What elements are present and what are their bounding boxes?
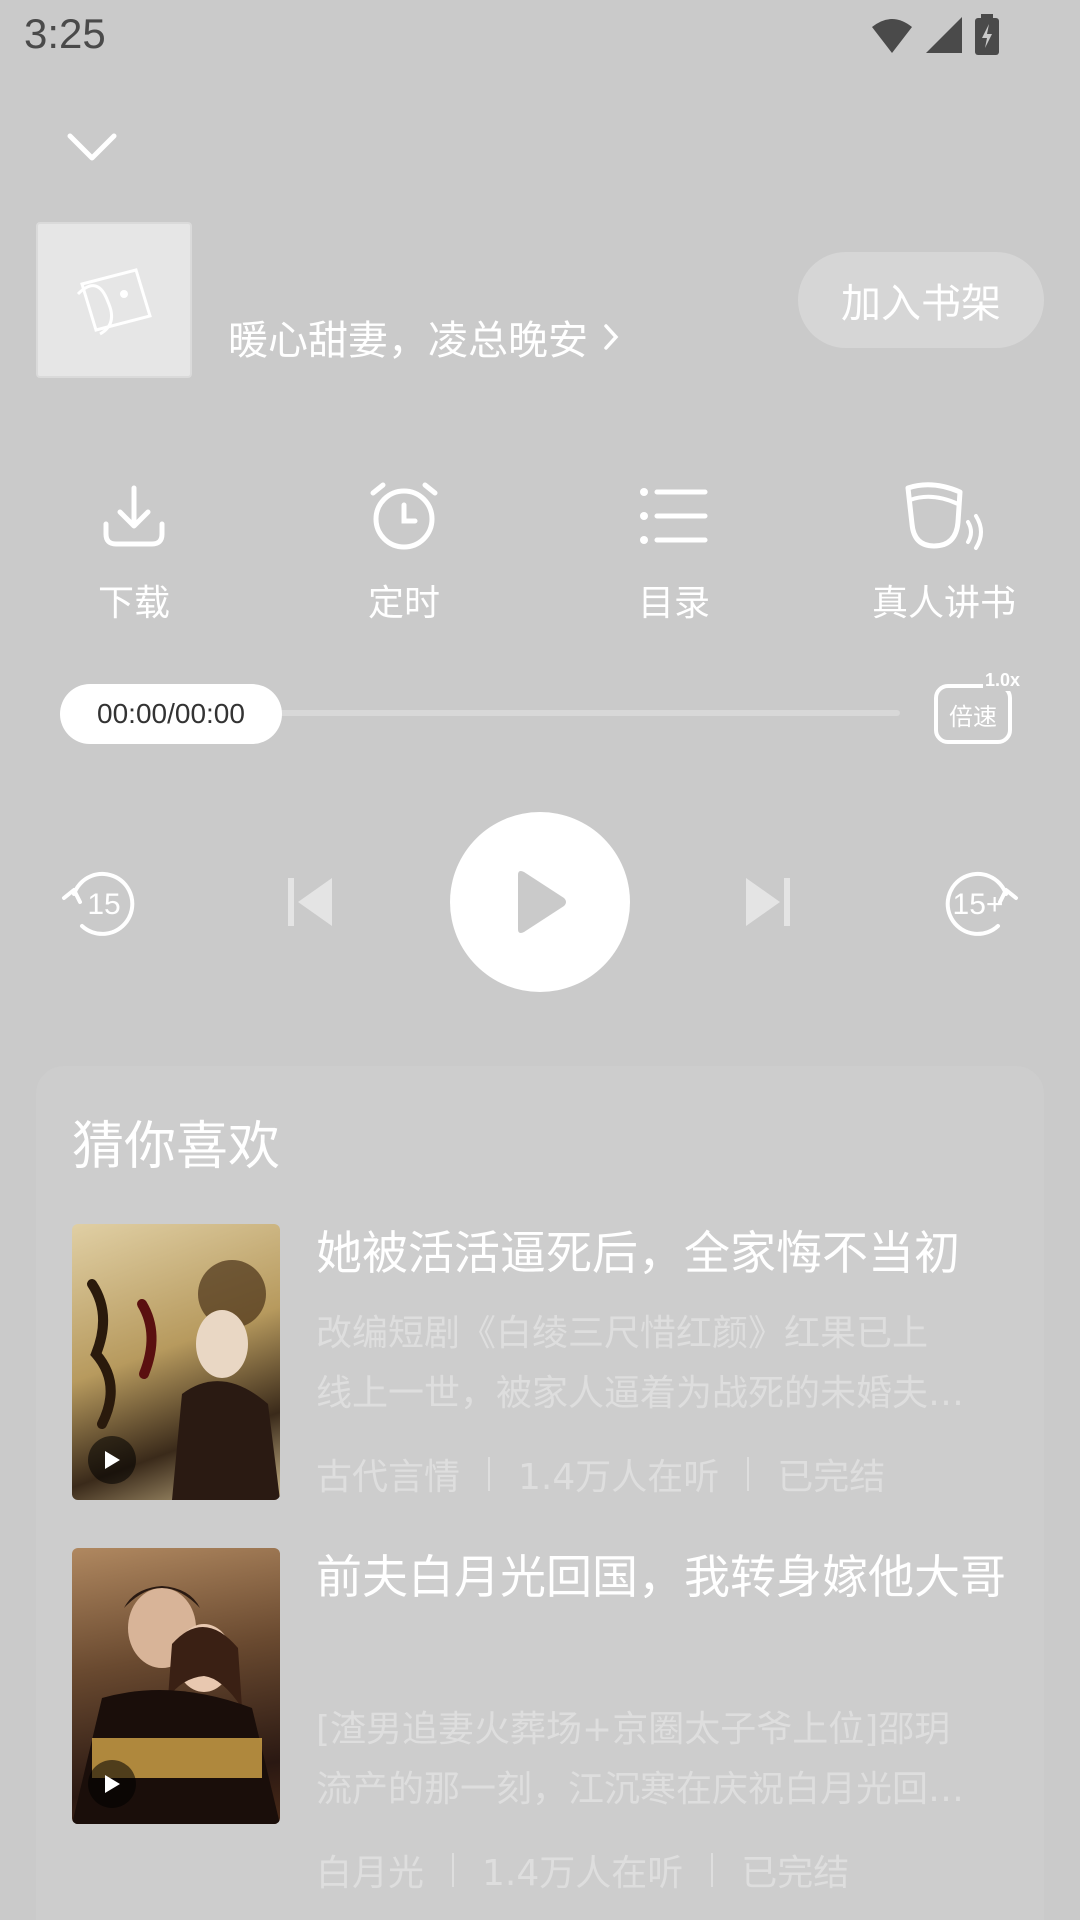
rewind-15-text: 15 [87, 888, 120, 921]
chevron-down-icon [67, 133, 117, 161]
desc-line: 改编短剧《白绫三尺惜红颜》红果已上 [316, 1313, 929, 1354]
human-narration-label: 真人讲书 [871, 583, 1016, 624]
divider [452, 1853, 455, 1887]
divider [747, 1457, 750, 1491]
download-button[interactable]: 下载 [34, 478, 234, 626]
recommend-book-name[interactable]: 她被活活逼死后，全家悔不当初 [316, 1224, 1008, 1282]
category-label: 古代言情 [316, 1457, 461, 1498]
book-cover[interactable] [36, 222, 192, 378]
catalog-button[interactable]: 目录 [574, 478, 774, 626]
forward-15-text: 15+ [953, 888, 1004, 921]
previous-chapter-button[interactable] [286, 872, 336, 932]
play-icon [518, 871, 566, 933]
forward-15-icon: 15+ [945, 871, 1018, 936]
play-icon [105, 1451, 120, 1469]
download-label: 下载 [97, 583, 170, 624]
speed-value: 1.0x [982, 670, 1022, 691]
battery-icon [975, 14, 999, 55]
headset-icon [905, 482, 983, 550]
forward-15-button[interactable]: 15+ [940, 862, 1020, 942]
alarm-clock-icon [370, 482, 438, 550]
human-narration-button[interactable]: 真人讲书 [844, 478, 1044, 626]
rewind-15-icon: 15 [62, 871, 135, 936]
status-bar: 3:25 [0, 0, 1080, 72]
timer-button[interactable]: 定时 [304, 478, 504, 626]
speed-label: 倍速 [934, 684, 1012, 744]
skip-next-icon [746, 878, 790, 926]
recommend-item[interactable]: 前夫白月光回国，我转身嫁他大哥 [渣男追妻火葬场+京圈太子爷上位]邵玥 流产的那… [72, 1548, 1008, 1894]
divider [488, 1457, 491, 1491]
player-screen: 3:25 暖心甜妻，凌总晚安 加入书架 下载 定时 目录 真人讲书 00:00/… [0, 0, 1080, 1920]
progress-time-handle[interactable]: 00:00/00:00 [60, 684, 282, 744]
list-icon [640, 488, 708, 544]
function-row: 下载 定时 目录 真人讲书 [0, 478, 1080, 624]
skip-previous-icon [288, 878, 332, 926]
play-icon [105, 1775, 120, 1793]
status-icons [870, 14, 1000, 56]
recommend-book-desc: [渣男追妻火葬场+京圈太子爷上位]邵玥 流产的那一刻，江沉寒在庆祝白月光回… [316, 1700, 1008, 1820]
collapse-button[interactable] [62, 126, 122, 170]
recommend-cover[interactable] [72, 1224, 280, 1500]
desc-line: [渣男追妻火葬场+京圈太子爷上位]邵玥 [316, 1709, 951, 1750]
signal-icon [926, 17, 962, 53]
play-preview-button[interactable] [88, 1760, 136, 1808]
recommend-cover[interactable] [72, 1548, 280, 1824]
wifi-icon [872, 19, 912, 53]
listeners-count: 1.4万人在听 [518, 1457, 720, 1498]
recommend-book-meta: 白月光 1.4万人在听 已完结 [316, 1844, 849, 1896]
desc-line: 线上一世，被家人逼着为战死的未婚夫… [316, 1373, 965, 1414]
book-title[interactable]: 暖心甜妻，凌总晚安 [228, 308, 620, 366]
status-time: 3:25 [24, 10, 106, 57]
next-chapter-button[interactable] [742, 872, 792, 932]
download-icon [103, 485, 165, 547]
timer-label: 定时 [367, 583, 440, 624]
category-label: 白月光 [316, 1853, 425, 1894]
divider [711, 1853, 714, 1887]
status-label: 已完结 [741, 1853, 850, 1894]
desc-line: 流产的那一刻，江沉寒在庆祝白月光回… [316, 1769, 965, 1810]
recommend-book-desc: 改编短剧《白绫三尺惜红颜》红果已上 线上一世，被家人逼着为战死的未婚夫… [316, 1304, 1008, 1424]
book-title-text: 暖心甜妻，凌总晚安 [228, 318, 588, 364]
chevron-right-icon [604, 324, 619, 350]
recommend-title: 猜你喜欢 [72, 1117, 281, 1177]
listeners-count: 1.4万人在听 [482, 1853, 684, 1894]
rewind-15-button[interactable]: 15 [60, 862, 140, 942]
play-button[interactable] [450, 812, 630, 992]
catalog-label: 目录 [637, 583, 710, 624]
recommend-item[interactable]: 她被活活逼死后，全家悔不当初 改编短剧《白绫三尺惜红颜》红果已上 线上一世，被家… [72, 1224, 1008, 1504]
recommend-book-meta: 古代言情 1.4万人在听 已完结 [316, 1448, 885, 1500]
add-to-shelf-button[interactable]: 加入书架 [798, 252, 1044, 348]
status-label: 已完结 [777, 1457, 886, 1498]
speed-button[interactable]: 倍速 1.0x [934, 670, 1022, 748]
book-placeholder-icon [76, 268, 152, 336]
recommend-book-name[interactable]: 前夫白月光回国，我转身嫁他大哥 [316, 1548, 1008, 1606]
play-preview-button[interactable] [88, 1436, 136, 1484]
